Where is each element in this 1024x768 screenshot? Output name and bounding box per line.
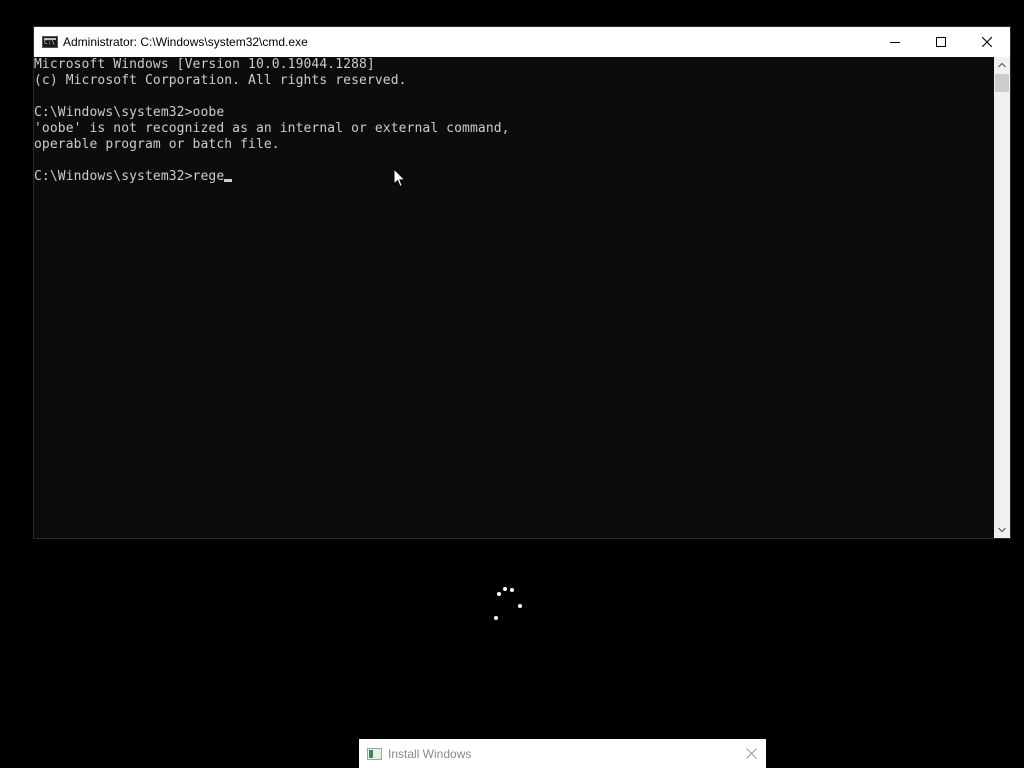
spinner-dot	[494, 616, 498, 620]
cmd-titlebar[interactable]: Administrator: C:\Windows\system32\cmd.e…	[34, 27, 1010, 57]
spinner-dot	[510, 588, 514, 592]
vertical-scrollbar[interactable]	[994, 57, 1010, 538]
console-output[interactable]: Microsoft Windows [Version 10.0.19044.12…	[34, 57, 994, 538]
close-button[interactable]	[964, 27, 1010, 57]
spinner-dot	[503, 587, 507, 591]
setup-icon	[367, 747, 382, 760]
cmd-icon	[42, 36, 58, 48]
window-controls	[872, 27, 1010, 57]
cmd-window[interactable]: Administrator: C:\Windows\system32\cmd.e…	[34, 27, 1010, 538]
minimize-icon	[890, 42, 900, 43]
console-line: C:\Windows\system32>oobe	[34, 105, 225, 120]
console-line: Microsoft Windows [Version 10.0.19044.12…	[34, 57, 375, 72]
scroll-down-button[interactable]	[994, 522, 1010, 538]
text-cursor	[224, 179, 233, 182]
install-close-button[interactable]	[744, 746, 758, 760]
spinner-dot	[497, 592, 501, 596]
prompt-text: C:\Windows\system32>	[34, 169, 193, 184]
console-line: operable program or batch file.	[34, 137, 280, 152]
command-input[interactable]: rege	[193, 169, 225, 184]
scroll-up-button[interactable]	[994, 57, 1010, 73]
chevron-down-icon	[998, 527, 1006, 533]
spinner-dot	[518, 604, 522, 608]
maximize-icon	[936, 37, 946, 47]
scroll-thumb[interactable]	[995, 74, 1009, 92]
install-window-title: Install Windows	[388, 746, 472, 761]
minimize-button[interactable]	[872, 27, 918, 57]
close-icon	[982, 37, 992, 47]
desktop-background: Administrator: C:\Windows\system32\cmd.e…	[0, 0, 1024, 768]
loading-spinner-icon	[490, 585, 526, 623]
window-title: Administrator: C:\Windows\system32\cmd.e…	[63, 35, 308, 49]
maximize-button[interactable]	[918, 27, 964, 57]
close-icon	[745, 747, 757, 759]
console-line: 'oobe' is not recognized as an internal …	[34, 121, 510, 136]
console-line: (c) Microsoft Corporation. All rights re…	[34, 73, 407, 88]
chevron-up-icon	[998, 62, 1006, 68]
install-windows-window[interactable]: Install Windows	[359, 739, 766, 768]
command-prompt-line[interactable]: C:\Windows\system32>rege	[34, 169, 994, 185]
mouse-pointer-icon	[393, 168, 406, 188]
